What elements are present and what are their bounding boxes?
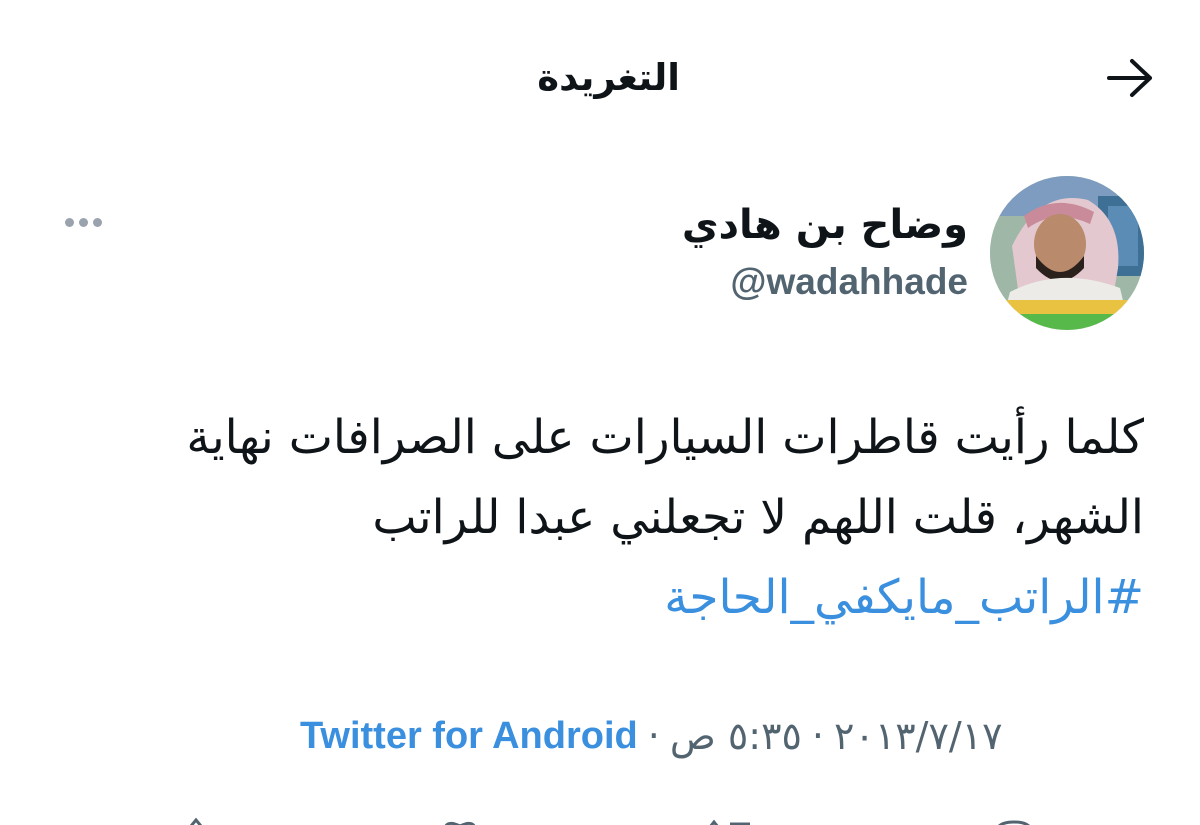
reply-icon[interactable] xyxy=(990,814,1038,825)
avatar[interactable] xyxy=(990,176,1144,330)
more-options-button[interactable] xyxy=(60,210,106,234)
retweet-icon[interactable] xyxy=(700,814,756,825)
tweet-metadata: Twitter for Android · ٥:٣٥ ص · ٢٠١٣/٧/١٧ xyxy=(300,708,1146,764)
more-horizontal-icon xyxy=(78,217,88,227)
separator: · xyxy=(647,714,660,758)
source-link[interactable]: Twitter for Android xyxy=(300,708,638,764)
profile-photo xyxy=(990,176,1144,330)
display-name[interactable]: وضاح بن هادي xyxy=(682,198,968,252)
separator: · xyxy=(811,714,824,758)
page-title: التغريدة xyxy=(537,56,680,99)
share-icon[interactable] xyxy=(178,814,214,825)
hashtag-link[interactable]: #الراتب_مايكفي_الحاجة xyxy=(124,558,1144,638)
action-bar xyxy=(0,800,1200,825)
tweet-line: الشهر، قلت اللهم لا تجعلني عبدا للراتب xyxy=(372,490,1144,545)
tweet-date[interactable]: ٢٠١٣/٧/١٧ xyxy=(834,708,1002,764)
more-horizontal-icon xyxy=(64,217,74,227)
tweet-text: كلما رأيت قاطرات السيارات على الصرافات ن… xyxy=(124,398,1144,638)
tweet-line: كلما رأيت قاطرات السيارات على الصرافات ن… xyxy=(186,410,1144,465)
tweet-time[interactable]: ٥:٣٥ ص xyxy=(670,708,802,764)
arrow-right-icon xyxy=(1107,59,1152,97)
user-handle[interactable]: @wadahhade xyxy=(730,258,968,306)
heart-icon[interactable] xyxy=(440,814,480,825)
top-bar: التغريدة xyxy=(0,0,1200,150)
back-button[interactable] xyxy=(1105,57,1155,99)
more-horizontal-icon xyxy=(92,217,102,227)
